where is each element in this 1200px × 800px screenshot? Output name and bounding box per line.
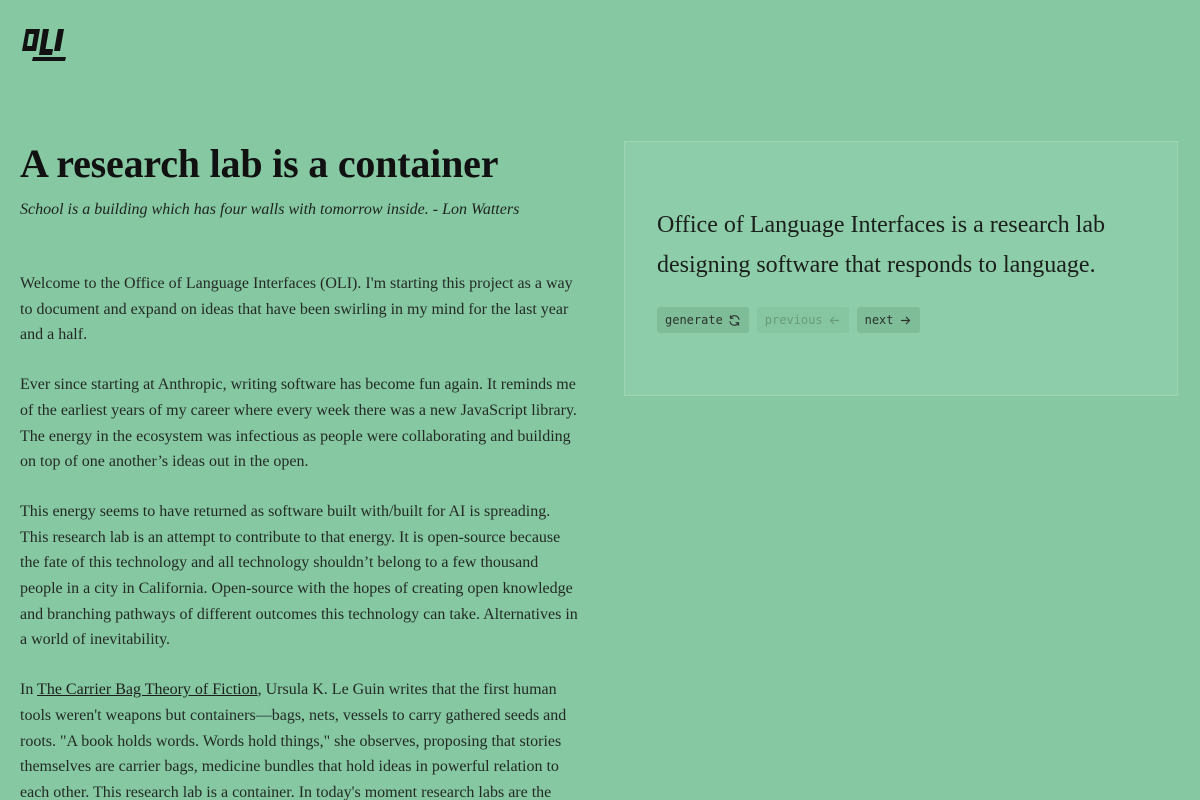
- article-paragraph: Welcome to the Office of Language Interf…: [20, 275, 573, 344]
- paragraph-text: , Ursula K. Le Guin writes that the firs…: [20, 681, 567, 800]
- previous-button[interactable]: previous: [756, 307, 849, 333]
- refresh-icon: [729, 314, 740, 326]
- next-label: next: [864, 313, 894, 327]
- article-paragraph: This energy seems to have returned as so…: [20, 502, 578, 649]
- page-tagline: School is a building which has four wall…: [20, 201, 520, 218]
- page-title: A research lab is a container: [20, 141, 499, 186]
- paragraph-prefix: In: [20, 681, 38, 699]
- intro-card: Office of Language Interfaces is a resea…: [624, 141, 1178, 396]
- card-actions: generate previous next: [657, 307, 920, 333]
- generate-button[interactable]: generate: [657, 307, 749, 333]
- arrow-right-icon: [900, 316, 910, 324]
- article-paragraph: Ever since starting at Anthropic, writin…: [20, 376, 577, 471]
- next-button[interactable]: next: [856, 307, 920, 333]
- generate-label: generate: [665, 313, 723, 327]
- previous-label: previous: [764, 313, 823, 327]
- oli-logo[interactable]: [20, 27, 72, 63]
- card-description: Office of Language Interfaces is a resea…: [657, 212, 1105, 278]
- article-paragraph: In The Carrier Bag Theory of Fiction, Ur…: [20, 677, 580, 800]
- carrier-bag-link[interactable]: The Carrier Bag Theory of Fiction: [37, 681, 258, 698]
- article: A research lab is a container School is …: [20, 138, 580, 800]
- arrow-left-icon: [829, 316, 839, 324]
- article-body: Welcome to the Office of Language Interf…: [20, 271, 580, 800]
